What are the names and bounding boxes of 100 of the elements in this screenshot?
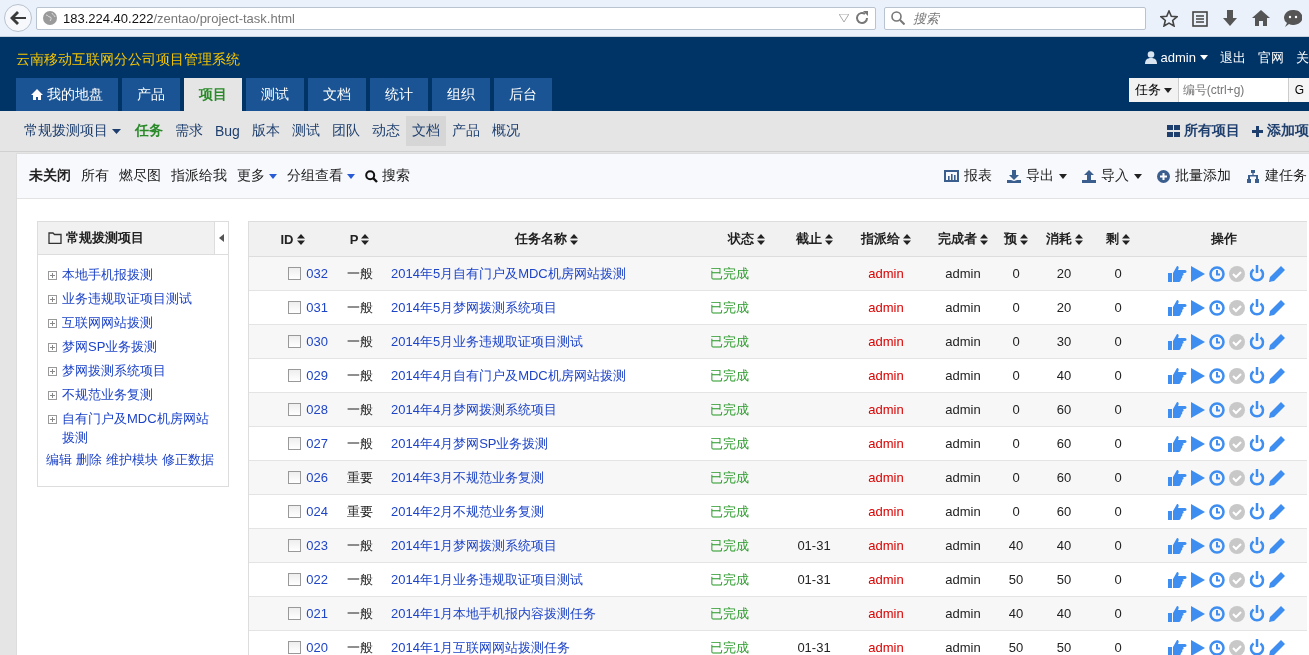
task-name-link[interactable]: 2014年2月不规范业务复测 bbox=[391, 503, 545, 519]
expand-icon[interactable] bbox=[48, 319, 57, 328]
row-checkbox[interactable] bbox=[288, 539, 302, 552]
toolbar-action[interactable]: 导出 bbox=[1007, 167, 1067, 185]
clock-icon[interactable] bbox=[1209, 605, 1225, 622]
star-icon[interactable] bbox=[1160, 9, 1178, 27]
module-link[interactable]: 梦网SP业务拨测 bbox=[62, 337, 158, 356]
subnav-link[interactable]: 版本 bbox=[245, 116, 286, 146]
nav-tab[interactable]: 我的地盘 bbox=[16, 78, 118, 111]
task-id-link[interactable]: 032 bbox=[306, 266, 328, 281]
thumbs-up-icon[interactable] bbox=[1168, 537, 1187, 554]
pencil-icon[interactable] bbox=[1269, 605, 1285, 622]
clock-icon[interactable] bbox=[1209, 571, 1225, 588]
header-link[interactable]: 退出 bbox=[1220, 48, 1246, 67]
task-id-link[interactable]: 031 bbox=[306, 300, 328, 315]
pencil-icon[interactable] bbox=[1269, 639, 1285, 655]
nav-tab[interactable]: 项目 bbox=[184, 78, 242, 111]
module-action-link[interactable]: 维护模块 bbox=[106, 452, 158, 469]
thumbs-up-icon[interactable] bbox=[1168, 299, 1187, 316]
pencil-icon[interactable] bbox=[1269, 401, 1285, 418]
row-checkbox[interactable] bbox=[288, 607, 302, 620]
clock-icon[interactable] bbox=[1209, 469, 1225, 486]
clock-icon[interactable] bbox=[1209, 299, 1225, 316]
search-type-dropdown[interactable]: 任务 bbox=[1128, 78, 1178, 102]
thumbs-up-icon[interactable] bbox=[1168, 605, 1187, 622]
pencil-icon[interactable] bbox=[1269, 503, 1285, 520]
task-name-link[interactable]: 2014年4月梦网SP业务拨测 bbox=[391, 435, 549, 451]
expand-icon[interactable] bbox=[48, 367, 57, 376]
thumbs-up-icon[interactable] bbox=[1168, 435, 1187, 452]
pencil-icon[interactable] bbox=[1269, 469, 1285, 486]
module-action-link[interactable]: 编辑 bbox=[46, 452, 72, 469]
clock-icon[interactable] bbox=[1209, 503, 1225, 520]
project-dropdown[interactable]: 常规拨测项目 bbox=[18, 116, 129, 146]
power-icon[interactable] bbox=[1249, 537, 1265, 554]
task-name-link[interactable]: 2014年5月梦网拨测系统项目 bbox=[391, 299, 558, 315]
pencil-icon[interactable] bbox=[1269, 537, 1285, 554]
subnav-link[interactable]: 产品 bbox=[445, 116, 486, 146]
row-checkbox[interactable] bbox=[288, 267, 302, 280]
row-checkbox[interactable] bbox=[288, 369, 302, 382]
thumbs-up-icon[interactable] bbox=[1168, 639, 1187, 655]
task-name-link[interactable]: 2014年1月业务违规取证项目测试 bbox=[391, 571, 584, 587]
row-checkbox[interactable] bbox=[288, 505, 302, 518]
toolbar-action[interactable]: 批量添加 bbox=[1157, 167, 1231, 185]
header-link[interactable]: 关 bbox=[1296, 48, 1309, 67]
power-icon[interactable] bbox=[1249, 265, 1265, 282]
task-id-link[interactable]: 022 bbox=[306, 572, 328, 587]
module-link[interactable]: 业务违规取证项目测试 bbox=[62, 289, 192, 308]
play-icon[interactable] bbox=[1191, 605, 1205, 622]
filter-link[interactable]: 燃尽图 bbox=[119, 167, 161, 185]
nav-tab[interactable]: 测试 bbox=[246, 78, 304, 111]
clock-icon[interactable] bbox=[1209, 401, 1225, 418]
task-id-link[interactable]: 024 bbox=[306, 504, 328, 519]
subnav-link[interactable]: 概况 bbox=[485, 116, 526, 146]
power-icon[interactable] bbox=[1249, 503, 1265, 520]
address-bar[interactable]: 183.224.40.222/zentao/project-task.html bbox=[36, 6, 876, 30]
task-id-link[interactable]: 021 bbox=[306, 606, 328, 621]
task-name-link[interactable]: 2014年1月互联网网站拨测任务 bbox=[391, 639, 571, 655]
play-icon[interactable] bbox=[1191, 367, 1205, 384]
row-checkbox[interactable] bbox=[288, 437, 302, 450]
thumbs-up-icon[interactable] bbox=[1168, 401, 1187, 418]
play-icon[interactable] bbox=[1191, 401, 1205, 418]
pencil-icon[interactable] bbox=[1269, 571, 1285, 588]
expand-icon[interactable] bbox=[48, 271, 57, 280]
row-checkbox[interactable] bbox=[288, 301, 302, 314]
clock-icon[interactable] bbox=[1209, 333, 1225, 350]
module-link[interactable]: 不规范业务复测 bbox=[62, 385, 153, 404]
play-icon[interactable] bbox=[1191, 469, 1205, 486]
task-id-link[interactable]: 026 bbox=[306, 470, 328, 485]
play-icon[interactable] bbox=[1191, 503, 1205, 520]
task-id-link[interactable]: 029 bbox=[306, 368, 328, 383]
row-checkbox[interactable] bbox=[288, 471, 302, 484]
column-header[interactable]: ID bbox=[280, 231, 305, 247]
task-id-link[interactable]: 030 bbox=[306, 334, 328, 349]
subnav-link[interactable]: 文档 bbox=[405, 116, 446, 146]
user-menu[interactable]: admin bbox=[1144, 50, 1208, 65]
power-icon[interactable] bbox=[1249, 571, 1265, 588]
task-id-link[interactable]: 020 bbox=[306, 640, 328, 655]
power-icon[interactable] bbox=[1249, 639, 1265, 655]
play-icon[interactable] bbox=[1191, 265, 1205, 282]
filter-link[interactable]: 指派给我 bbox=[171, 167, 227, 185]
row-checkbox[interactable] bbox=[288, 335, 302, 348]
thumbs-up-icon[interactable] bbox=[1168, 265, 1187, 282]
thumbs-up-icon[interactable] bbox=[1168, 333, 1187, 350]
id-input-field[interactable]: 编号(ctrl+g) bbox=[1177, 78, 1288, 102]
clipboard-icon[interactable] bbox=[1192, 9, 1208, 27]
nav-tab[interactable]: 文档 bbox=[308, 78, 366, 111]
subnav-link[interactable]: 动态 bbox=[365, 116, 406, 146]
toolbar-action[interactable]: 导入 bbox=[1082, 167, 1142, 185]
go-button[interactable]: G bbox=[1287, 78, 1309, 102]
clock-icon[interactable] bbox=[1209, 367, 1225, 384]
module-link[interactable]: 梦网拨测系统项目 bbox=[62, 361, 166, 380]
filter-link[interactable]: 所有 bbox=[81, 167, 109, 185]
play-icon[interactable] bbox=[1191, 571, 1205, 588]
thumbs-up-icon[interactable] bbox=[1168, 367, 1187, 384]
row-checkbox[interactable] bbox=[288, 641, 302, 654]
nav-tab[interactable]: 产品 bbox=[122, 78, 180, 111]
filter-link[interactable]: 更多 bbox=[237, 167, 277, 185]
chat-icon[interactable] bbox=[1284, 9, 1302, 27]
subnav-link[interactable]: 团队 bbox=[325, 116, 366, 146]
thumbs-up-icon[interactable] bbox=[1168, 571, 1187, 588]
